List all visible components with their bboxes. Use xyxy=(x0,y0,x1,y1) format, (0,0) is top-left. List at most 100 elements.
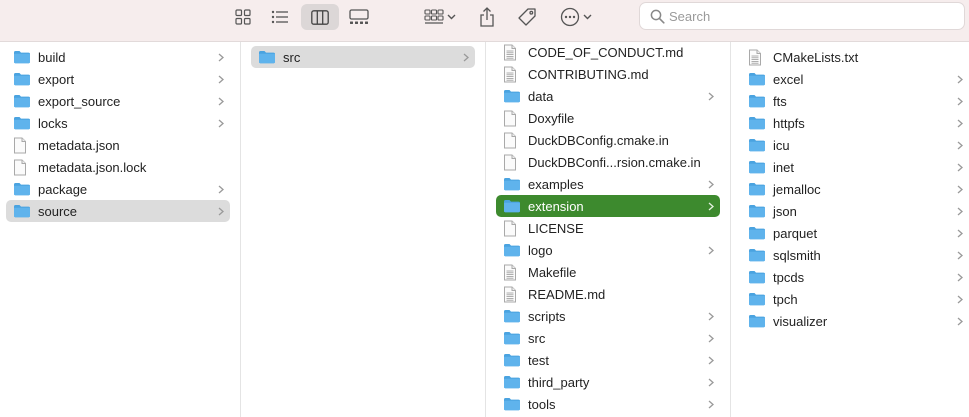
folder-item-jemalloc[interactable]: jemalloc xyxy=(741,178,969,200)
gallery-view-icon xyxy=(349,9,369,25)
item-name: DuckDBConfig.cmake.in xyxy=(528,132,669,148)
folder-item-src[interactable]: src xyxy=(496,327,720,349)
folder-item-build[interactable]: build xyxy=(6,46,230,68)
icon-view-button[interactable] xyxy=(230,4,256,30)
file-item-metadata-json[interactable]: metadata.json xyxy=(6,134,230,156)
item-name: src xyxy=(528,330,546,346)
item-name: third_party xyxy=(528,374,590,390)
folder-item-data[interactable]: data xyxy=(496,85,720,107)
folder-icon xyxy=(503,177,525,191)
folder-item-export-source[interactable]: export_source xyxy=(6,90,230,112)
folder-item-inet[interactable]: inet xyxy=(741,156,969,178)
folder-item-locks[interactable]: locks xyxy=(6,112,230,134)
item-name: source xyxy=(38,203,78,219)
tag-icon xyxy=(517,7,537,27)
item-name: jemalloc xyxy=(773,181,821,197)
item-name: json xyxy=(773,203,797,219)
folder-item-examples[interactable]: examples xyxy=(496,173,720,195)
item-name: export_source xyxy=(38,93,121,109)
chevron-right-icon xyxy=(708,371,714,393)
column-view-button[interactable] xyxy=(301,4,339,30)
list-view-button[interactable] xyxy=(266,4,294,30)
file-item-code-of-conduct-md[interactable]: CODE_OF_CONDUCT.md xyxy=(496,41,720,63)
item-name: data xyxy=(528,88,554,104)
folder-item-sqlsmith[interactable]: sqlsmith xyxy=(741,244,969,266)
item-name: httpfs xyxy=(773,115,805,131)
folder-icon xyxy=(748,94,770,108)
tag-button[interactable] xyxy=(513,4,541,30)
share-icon xyxy=(479,7,495,27)
folder-item-third-party[interactable]: third_party xyxy=(496,371,720,393)
folder-item-tools[interactable]: tools xyxy=(496,393,720,415)
text-document-icon xyxy=(503,44,525,61)
folder-item-icu[interactable]: icu xyxy=(741,134,969,156)
chevron-right-icon xyxy=(708,173,714,195)
document-icon xyxy=(13,159,35,176)
document-icon xyxy=(503,132,525,149)
file-item-readme-md[interactable]: README.md xyxy=(496,283,720,305)
folder-icon xyxy=(748,226,770,240)
item-name: src xyxy=(283,49,301,65)
folder-icon xyxy=(748,314,770,328)
gallery-view-button[interactable] xyxy=(344,4,374,30)
file-item-contributing-md[interactable]: CONTRIBUTING.md xyxy=(496,63,720,85)
chevron-right-icon xyxy=(218,112,224,134)
folder-icon xyxy=(503,397,525,411)
file-item-metadata-json-lock[interactable]: metadata.json.lock xyxy=(6,156,230,178)
folder-item-json[interactable]: json xyxy=(741,200,969,222)
folder-item-excel[interactable]: excel xyxy=(741,68,969,90)
item-name: sqlsmith xyxy=(773,247,821,263)
text-document-icon xyxy=(503,286,525,303)
folder-item-tpch[interactable]: tpch xyxy=(741,288,969,310)
folder-icon xyxy=(748,204,770,218)
item-name: metadata.json xyxy=(38,137,120,153)
text-document-icon xyxy=(748,49,770,66)
file-item-doxyfile[interactable]: Doxyfile xyxy=(496,107,720,129)
search-input[interactable] xyxy=(665,8,949,24)
folder-icon xyxy=(748,116,770,130)
folder-item-package[interactable]: package xyxy=(6,178,230,200)
icon-view-grid-icon xyxy=(235,9,251,25)
folder-item-httpfs[interactable]: httpfs xyxy=(741,112,969,134)
folder-icon xyxy=(748,138,770,152)
file-item-duckdbconfi-rsion-cmake-in[interactable]: DuckDBConfi...rsion.cmake.in xyxy=(496,151,720,173)
more-actions-button[interactable] xyxy=(555,4,597,30)
item-name: CODE_OF_CONDUCT.md xyxy=(528,44,684,60)
file-item-license[interactable]: LICENSE xyxy=(496,217,720,239)
item-name: excel xyxy=(773,71,804,87)
folder-icon xyxy=(503,243,525,257)
finder-toolbar xyxy=(0,0,969,42)
chevron-right-icon xyxy=(218,200,224,222)
folder-item-test[interactable]: test xyxy=(496,349,720,371)
text-document-icon xyxy=(503,264,525,281)
chevron-right-icon xyxy=(218,46,224,68)
folder-item-logo[interactable]: logo xyxy=(496,239,720,261)
folder-item-source[interactable]: source xyxy=(6,200,230,222)
folder-item-visualizer[interactable]: visualizer xyxy=(741,310,969,332)
chevron-right-icon xyxy=(708,239,714,261)
item-name: build xyxy=(38,49,66,65)
search-field[interactable] xyxy=(639,2,965,30)
folder-icon xyxy=(13,50,35,64)
folder-icon xyxy=(13,72,35,86)
folder-item-tpcds[interactable]: tpcds xyxy=(741,266,969,288)
folder-item-scripts[interactable]: scripts xyxy=(496,305,720,327)
file-item-duckdbconfig-cmake-in[interactable]: DuckDBConfig.cmake.in xyxy=(496,129,720,151)
file-item-makefile[interactable]: Makefile xyxy=(496,261,720,283)
folder-item-src[interactable]: src xyxy=(251,46,475,68)
file-item-cmakelists-txt[interactable]: CMakeLists.txt xyxy=(741,46,969,68)
folder-icon xyxy=(503,309,525,323)
share-button[interactable] xyxy=(474,4,500,30)
folder-item-parquet[interactable]: parquet xyxy=(741,222,969,244)
chevron-down-icon xyxy=(447,14,456,20)
chevron-right-icon xyxy=(708,349,714,371)
item-name: parquet xyxy=(773,225,818,241)
chevron-right-icon xyxy=(708,327,714,349)
folder-icon xyxy=(748,160,770,174)
chevron-down-icon xyxy=(583,14,592,20)
document-icon xyxy=(503,220,525,237)
folder-item-export[interactable]: export xyxy=(6,68,230,90)
folder-item-extension[interactable]: extension xyxy=(496,195,720,217)
folder-item-fts[interactable]: fts xyxy=(741,90,969,112)
group-button[interactable] xyxy=(418,4,462,30)
